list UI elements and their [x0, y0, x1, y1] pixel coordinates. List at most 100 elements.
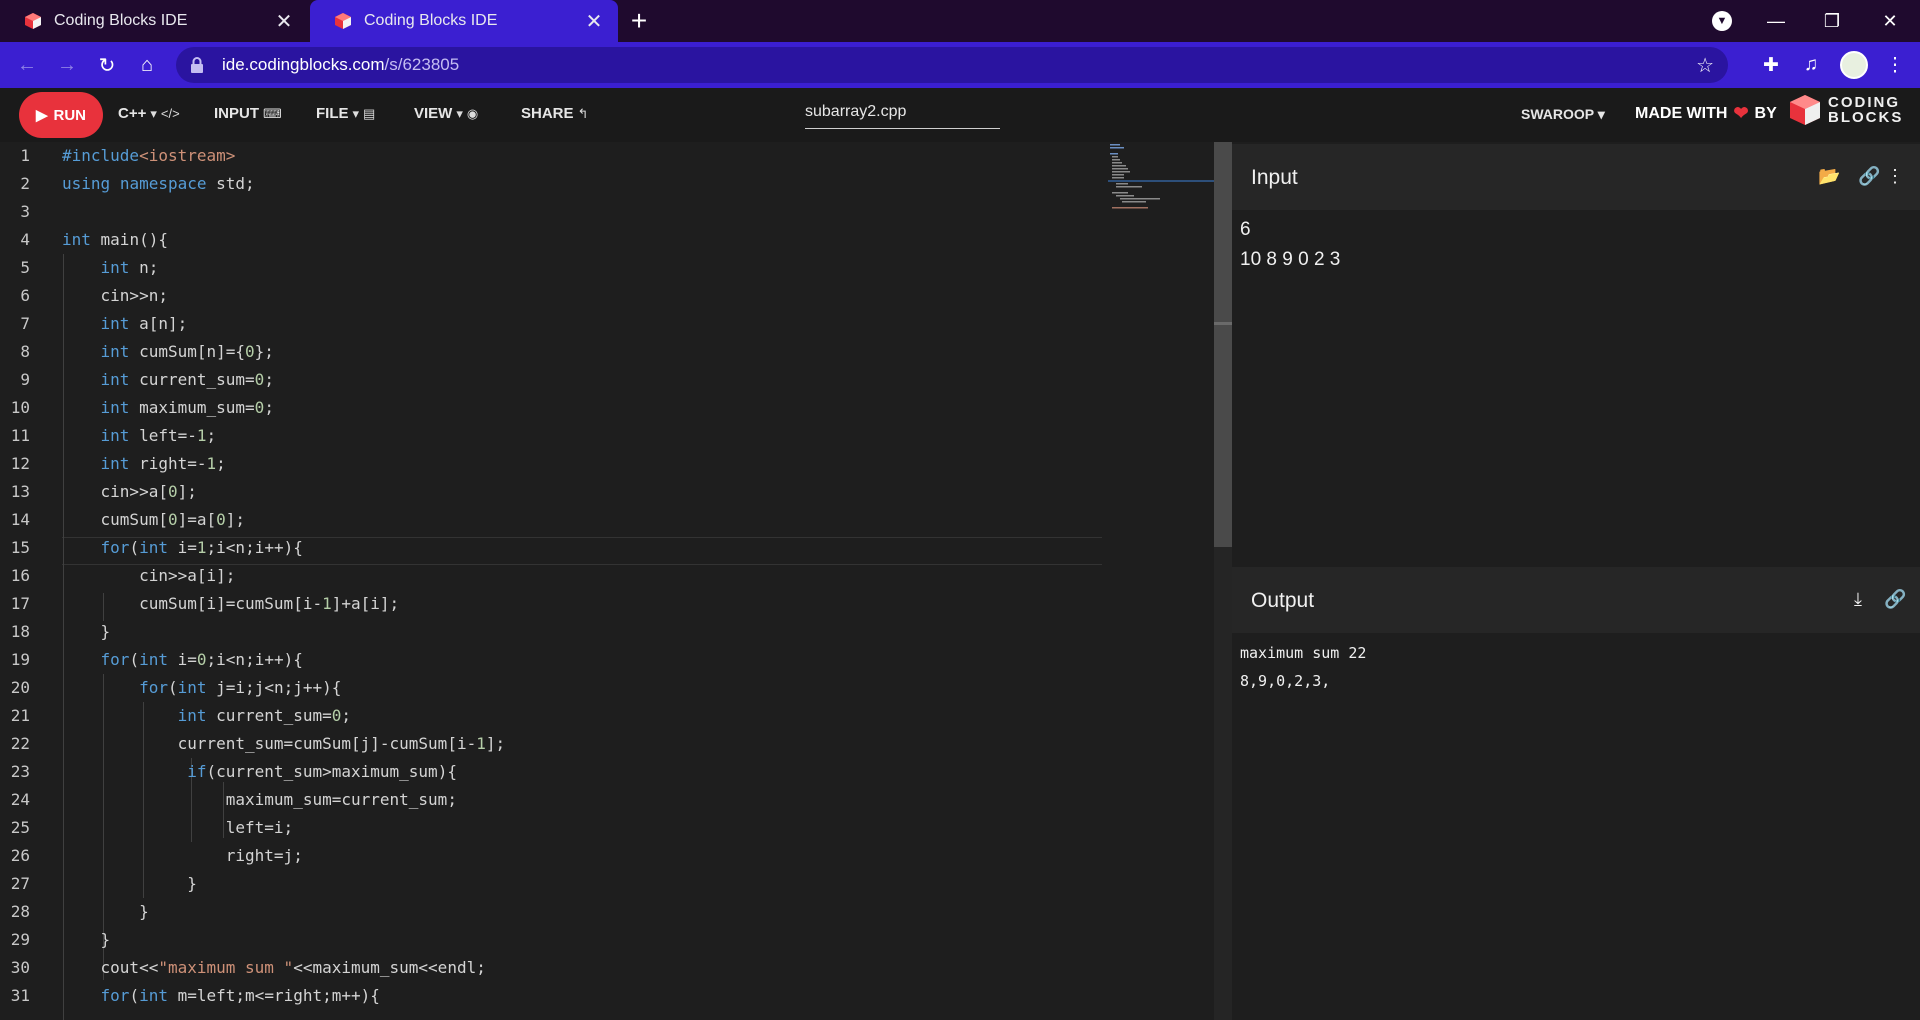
editor-minimap[interactable]: [1108, 142, 1214, 212]
close-window-icon[interactable]: ✕: [1862, 0, 1918, 42]
output-line: maximum sum 22: [1240, 644, 1367, 662]
extensions-puzzle-icon[interactable]: ✚: [1758, 52, 1784, 78]
line-number: 6: [20, 286, 30, 305]
code-line: cin>>a[0];: [62, 482, 197, 501]
code-line: if(current_sum>maximum_sum){: [187, 762, 457, 781]
line-number: 13: [10, 482, 30, 501]
editor-vertical-scrollbar[interactable]: [1214, 142, 1232, 1020]
line-number: 31: [10, 986, 30, 1005]
media-control-icon[interactable]: ♫: [1798, 52, 1824, 78]
view-menu[interactable]: VIEW ▾ ◉: [414, 105, 478, 122]
code-line: cumSum[i]=cumSum[i-1]+a[i];: [62, 594, 400, 613]
input-panel-header: Input 📂 🔗 ⋮: [1232, 144, 1920, 210]
line-number: 14: [10, 510, 30, 529]
code-line: left=i;: [62, 818, 294, 837]
line-number: 16: [10, 566, 30, 585]
new-tab-plus-icon[interactable]: +: [624, 6, 654, 36]
user-menu[interactable]: SWAROOP ▾: [1521, 106, 1605, 123]
line-number: 17: [10, 594, 30, 613]
code-line: for(int m=left;m<=right;m++){: [100, 986, 380, 1005]
keyboard-icon: ⌨: [263, 106, 282, 121]
download-icon[interactable]: ⤓: [1854, 589, 1862, 610]
line-number: 20: [10, 678, 30, 697]
code-line: }: [62, 622, 111, 641]
eye-icon: ◉: [466, 106, 479, 121]
bookmark-star-icon[interactable]: ☆: [1696, 53, 1714, 78]
line-number: 25: [10, 818, 30, 837]
line-number: 4: [20, 230, 30, 249]
line-number: 19: [10, 650, 30, 669]
line-number: 15: [10, 538, 30, 557]
back-arrow-icon[interactable]: ←: [12, 50, 42, 80]
line-number: 5: [20, 258, 30, 277]
input-line[interactable]: 10 8 9 0 2 3: [1240, 245, 1340, 275]
tab-close-icon[interactable]: ✕: [274, 9, 294, 34]
line-number: 10: [10, 398, 30, 417]
code-icon: </>: [160, 106, 180, 121]
output-panel: Output ⤓ 🔗 maximum sum 22 8,9,0,2,3,: [1232, 567, 1920, 1020]
code-editor[interactable]: 1 2 3 4 5 6 7 8 9 10 11 12 13 14 15 16 17 18 19 20 21 22 23 24 2…: [0, 142, 1214, 1020]
input-panel: Input 📂 🔗 ⋮ 6 10 8 9 0 2 3: [1232, 144, 1920, 564]
code-line: using namespace std;: [62, 174, 255, 193]
code-line: right=j;: [62, 846, 303, 865]
made-with-credit: MADE WITH ❤ BY: [1635, 103, 1777, 123]
line-number: 21: [10, 706, 30, 725]
code-line: int right=-1;: [100, 454, 226, 473]
share-menu[interactable]: SHARE ↰: [521, 105, 588, 122]
code-line: int current_sum=0;: [100, 370, 274, 389]
restore-icon[interactable]: ❐: [1804, 0, 1860, 42]
line-number: 29: [10, 930, 30, 949]
attach-icon[interactable]: 🔗: [1858, 166, 1880, 187]
line-number: 30: [10, 958, 30, 977]
home-icon[interactable]: ⌂: [132, 50, 162, 80]
code-line: int a[n];: [100, 314, 188, 333]
line-number: 23: [10, 762, 30, 781]
browser-menu-kebab-icon[interactable]: ⋮: [1882, 52, 1908, 78]
code-line: for(int i=1;i<n;i++){: [100, 538, 303, 557]
tab-close-icon[interactable]: ✕: [584, 9, 604, 34]
code-line: #include<iostream>: [62, 146, 236, 165]
cube-logo-icon: [1788, 93, 1822, 127]
input-line[interactable]: 6: [1240, 215, 1251, 245]
line-number: 2: [20, 174, 30, 193]
line-number: 26: [10, 846, 30, 865]
code-line: current_sum=cumSum[j]-cumSum[i-1];: [62, 734, 506, 753]
tab-title: Coding Blocks IDE: [54, 12, 188, 29]
share-icon: ↰: [577, 106, 589, 121]
run-button[interactable]: ▶ RUN: [19, 92, 103, 138]
code-line: int current_sum=0;: [177, 706, 352, 725]
filename-field[interactable]: subarray2.cpp: [805, 101, 1000, 129]
input-panel-title: Input: [1251, 166, 1298, 189]
code-line: int main(){: [62, 230, 168, 249]
codingblocks-logo[interactable]: CODING BLOCKS: [1788, 93, 1903, 127]
lock-icon: [190, 57, 204, 73]
code-line: int maximum_sum=0;: [100, 398, 274, 417]
code-line: int left=-1;: [100, 426, 217, 445]
line-number: 22: [10, 734, 30, 753]
code-line: cin>>n;: [62, 286, 168, 305]
code-line: }: [62, 874, 197, 893]
file-menu[interactable]: FILE ▾ ▤: [316, 105, 375, 122]
output-panel-header: Output ⤓ 🔗: [1232, 567, 1920, 633]
more-options-icon[interactable]: ⋮: [1886, 166, 1904, 187]
tab-search-chevron-icon[interactable]: ▼: [1712, 11, 1732, 31]
line-number: 18: [10, 622, 30, 641]
language-menu[interactable]: C++ ▾ </>: [118, 105, 180, 122]
line-number: 28: [10, 902, 30, 921]
heart-icon: ❤: [1733, 103, 1749, 123]
scrollbar-thumb[interactable]: [1214, 142, 1232, 547]
attach-icon[interactable]: 🔗: [1884, 589, 1906, 610]
browser-tab[interactable]: Coding Blocks IDE ✕: [0, 0, 308, 42]
chevron-down-icon: ▾: [352, 106, 360, 121]
open-folder-icon[interactable]: 📂: [1818, 166, 1840, 187]
line-number: 9: [20, 370, 30, 389]
minimize-icon[interactable]: —: [1748, 0, 1804, 42]
chevron-down-icon: ▾: [456, 106, 463, 121]
profile-avatar[interactable]: [1840, 51, 1868, 79]
input-menu[interactable]: INPUT ⌨: [214, 105, 282, 122]
browser-tab-active[interactable]: Coding Blocks IDE ✕: [310, 0, 618, 42]
address-bar[interactable]: ide.codingblocks.com/s/623805 ☆: [176, 47, 1728, 83]
forward-arrow-icon[interactable]: →: [52, 50, 82, 80]
line-number: 8: [20, 342, 30, 361]
reload-icon[interactable]: ↻: [92, 50, 122, 80]
